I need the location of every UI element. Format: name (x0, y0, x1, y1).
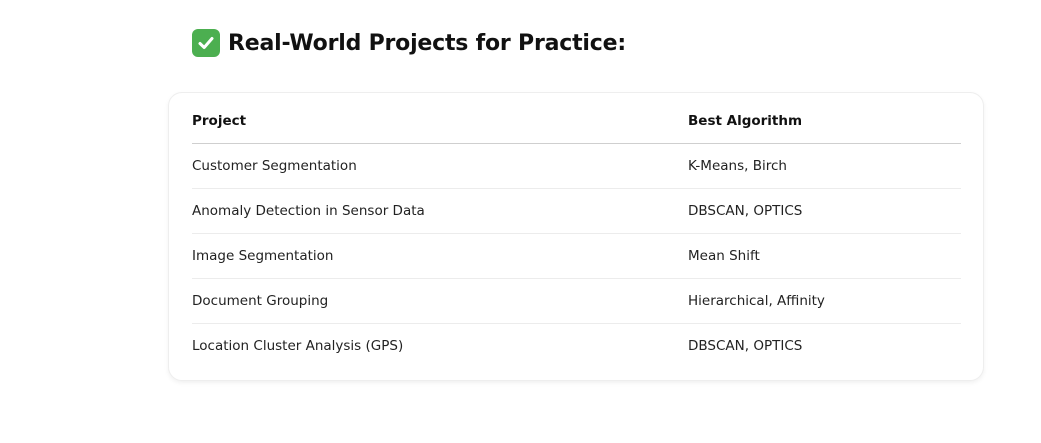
column-header-project: Project (192, 98, 688, 144)
white-check-mark-icon (192, 29, 220, 57)
algorithm-cell: K-Means, Birch (688, 143, 961, 189)
algorithm-cell: DBSCAN, OPTICS (688, 188, 961, 234)
table-header-row: Project Best Algorithm (192, 98, 961, 144)
projects-table-card: Project Best Algorithm Customer Segmenta… (168, 92, 984, 381)
algorithm-cell: DBSCAN, OPTICS (688, 338, 803, 354)
project-cell: Image Segmentation (192, 233, 688, 279)
project-cell: Customer Segmentation (192, 143, 688, 189)
section-heading: Real-World Projects for Practice: (192, 26, 626, 60)
projects-table: Project Best Algorithm Customer Segmenta… (192, 98, 961, 368)
table-row: Image Segmentation Mean Shift (192, 233, 961, 279)
table-row: Customer Segmentation K-Means, Birch (192, 143, 961, 189)
algorithm-cell: Hierarchical, Affinity (688, 278, 961, 324)
heading-text: Real-World Projects for Practice: (228, 30, 626, 56)
algorithm-cell: Mean Shift (688, 233, 961, 279)
table-row: Anomaly Detection in Sensor Data DBSCAN,… (192, 188, 961, 234)
project-cell: Location Cluster Analysis (GPS) (192, 338, 404, 354)
project-cell: Anomaly Detection in Sensor Data (192, 188, 688, 234)
column-header-best-algorithm: Best Algorithm (688, 98, 961, 144)
table-row: Location Cluster Analysis (GPS) DBSCAN, … (192, 324, 961, 369)
project-cell: Document Grouping (192, 278, 688, 324)
page: Real-World Projects for Practice: Projec… (0, 0, 1041, 443)
table-row: Document Grouping Hierarchical, Affinity (192, 278, 961, 324)
